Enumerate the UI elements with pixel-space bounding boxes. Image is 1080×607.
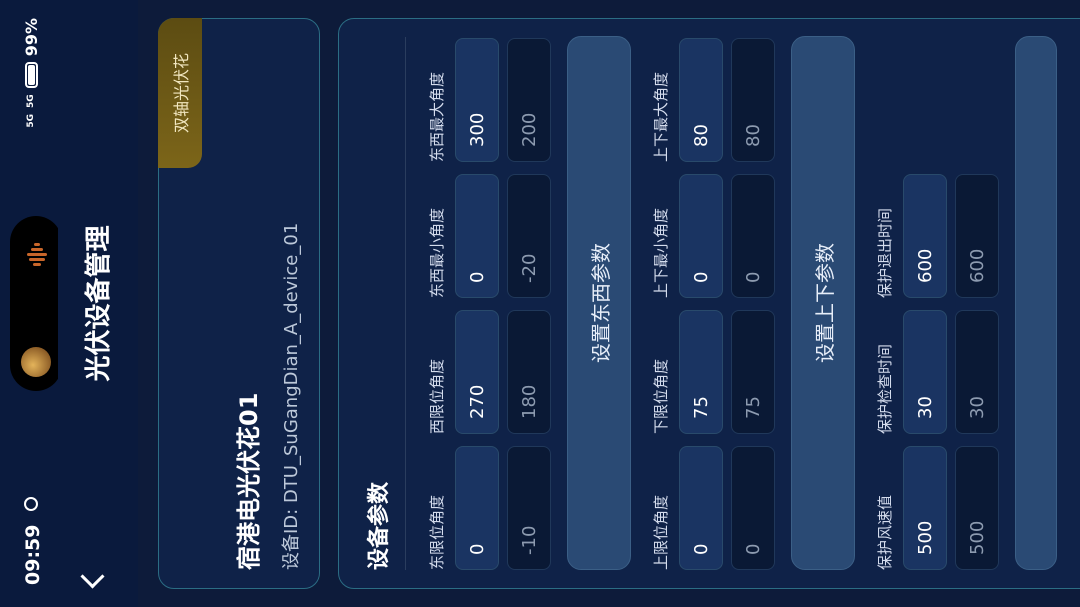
- device-type-badge: 双轴光伏花: [158, 18, 202, 168]
- param-up-limit: 上限位角度 0 0: [649, 446, 775, 570]
- protect-wind-current: 500: [955, 446, 999, 570]
- param-label: 东西最大角度: [428, 71, 446, 162]
- album-art-icon: [21, 347, 51, 377]
- set-protect-button[interactable]: [1015, 36, 1057, 570]
- device-card: 双轴光伏花 宿港电光伏花01 设备ID: DTU_SuGangDian_A_de…: [158, 18, 320, 589]
- param-label: 保护检查时间: [876, 343, 894, 434]
- param-label: 上下最大角度: [652, 71, 670, 162]
- param-protect-exit: 保护退出时间 600 600: [873, 174, 999, 298]
- param-ud-min: 上下最小角度 0 0: [649, 174, 775, 298]
- ew-max-current: 200: [507, 38, 551, 162]
- status-time: 09:59: [22, 524, 44, 585]
- up-down-row: 上限位角度 0 0 下限位角度 75 75 上下最小角度 0 0 上下最大角度 …: [649, 38, 775, 570]
- dynamic-island[interactable]: [10, 216, 62, 391]
- phone-screen: 09:59 5G 5G 99% 光伏设备管理 双轴光伏花 宿港电光伏花01 设备…: [0, 0, 1080, 607]
- protect-exit-current: 600: [955, 174, 999, 298]
- audio-wave-icon: [26, 238, 47, 266]
- set-up-down-button[interactable]: 设置上下参数: [791, 36, 855, 570]
- param-protect-check: 保护检查时间 30 30: [873, 310, 999, 434]
- param-label: 上下最小角度: [652, 207, 670, 298]
- params-grid: 东限位角度 0 -10 西限位角度 270 180 东西最小角度 0 -20 东…: [425, 36, 1057, 570]
- param-ew-min: 东西最小角度 0 -20: [425, 174, 551, 298]
- east-west-row: 东限位角度 0 -10 西限位角度 270 180 东西最小角度 0 -20 东…: [425, 38, 551, 570]
- param-protect-wind: 保护风速值 500 500: [873, 446, 999, 570]
- param-down-limit: 下限位角度 75 75: [649, 310, 775, 434]
- param-label: 西限位角度: [428, 358, 446, 434]
- ew-min-current: -20: [507, 174, 551, 298]
- params-title: 设备参数: [367, 481, 392, 570]
- divider: [405, 37, 406, 570]
- param-west-limit: 西限位角度 270 180: [425, 310, 551, 434]
- ud-max-current: 80: [731, 38, 775, 162]
- status-bar: 09:59 5G 5G 99%: [0, 0, 62, 607]
- battery-level: 99%: [22, 18, 41, 57]
- battery-icon: [25, 62, 38, 89]
- protect-exit-input[interactable]: 600: [903, 174, 947, 298]
- param-label: 上限位角度: [652, 494, 670, 570]
- up-limit-input[interactable]: 0: [679, 446, 723, 570]
- param-label: 保护退出时间: [876, 207, 894, 298]
- param-east-limit: 东限位角度 0 -10: [425, 446, 551, 570]
- param-ew-max: 东西最大角度 300 200: [425, 38, 551, 162]
- ew-max-input[interactable]: 300: [455, 38, 499, 162]
- param-label: 东限位角度: [428, 494, 446, 570]
- down-limit-input[interactable]: 75: [679, 310, 723, 434]
- protect-check-input[interactable]: 30: [903, 310, 947, 434]
- device-params-card: 设备参数 东限位角度 0 -10 西限位角度 270 180 东西最小角度 0: [338, 18, 1080, 589]
- west-limit-input[interactable]: 270: [455, 310, 499, 434]
- device-id: 设备ID: DTU_SuGangDian_A_device_01: [281, 222, 302, 570]
- ud-min-input[interactable]: 0: [679, 174, 723, 298]
- app-bar: 光伏设备管理: [58, 0, 138, 607]
- param-label: 保护风速值: [876, 494, 894, 570]
- protect-wind-input[interactable]: 500: [903, 446, 947, 570]
- alarm-icon: [24, 497, 38, 511]
- east-limit-current: -10: [507, 446, 551, 570]
- ud-max-input[interactable]: 80: [679, 38, 723, 162]
- down-limit-current: 75: [731, 310, 775, 434]
- up-limit-current: 0: [731, 446, 775, 570]
- param-label: 东西最小角度: [428, 207, 446, 298]
- east-limit-input[interactable]: 0: [455, 446, 499, 570]
- signal-5g-icon: 5G: [26, 113, 36, 128]
- protect-check-current: 30: [955, 310, 999, 434]
- ud-min-current: 0: [731, 174, 775, 298]
- signal-5g-icon-2: 5G: [26, 94, 36, 108]
- device-name: 宿港电光伏花01: [235, 392, 263, 570]
- page-title: 光伏设备管理: [84, 225, 114, 382]
- param-ud-max: 上下最大角度 80 80: [649, 38, 775, 162]
- set-east-west-button[interactable]: 设置东西参数: [567, 36, 631, 570]
- param-label: 下限位角度: [652, 358, 670, 434]
- west-limit-current: 180: [507, 310, 551, 434]
- status-indicators: 5G 5G 99%: [22, 18, 41, 128]
- protect-row: 保护风速值 500 500 保护检查时间 30 30 保护退出时间 600 60…: [873, 40, 999, 570]
- ew-min-input[interactable]: 0: [455, 174, 499, 298]
